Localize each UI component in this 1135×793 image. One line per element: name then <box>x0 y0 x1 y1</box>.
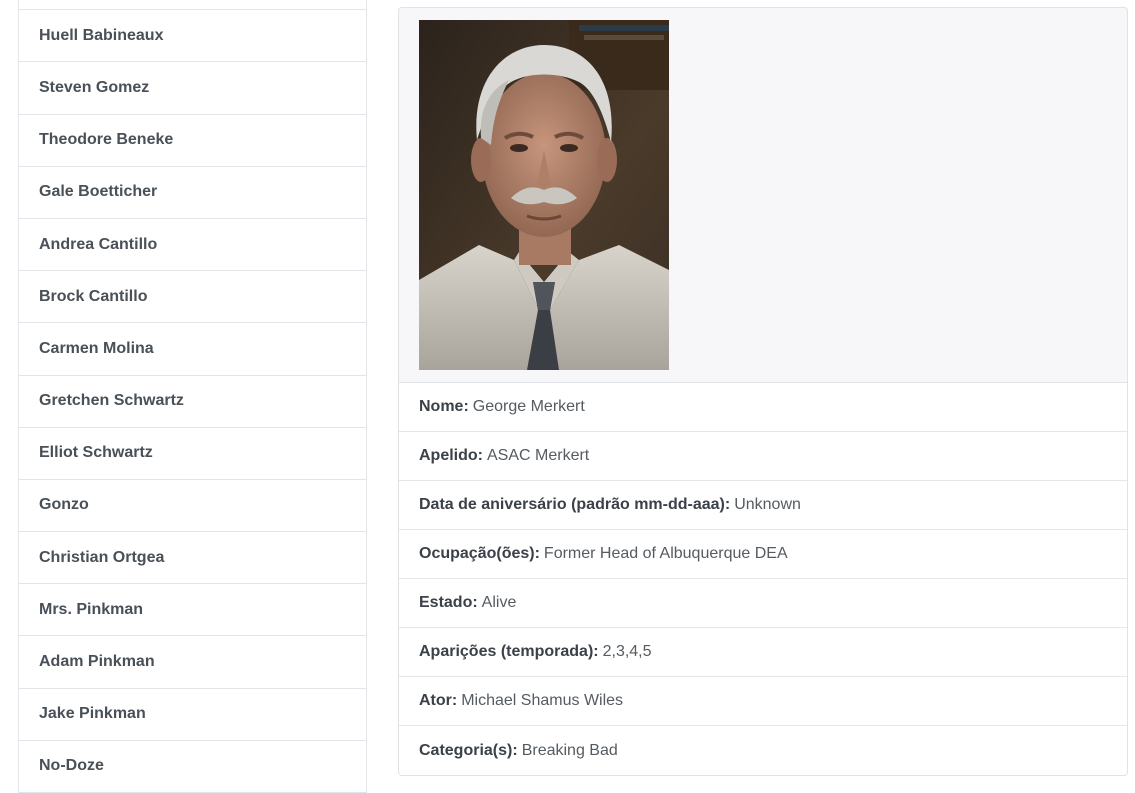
detail-row-categoria: Categoria(s): Breaking Bad <box>399 726 1127 775</box>
list-item[interactable]: Gretchen Schwartz <box>18 375 367 428</box>
detail-value: Alive <box>481 594 517 611</box>
list-item-label: Huell Babineaux <box>39 26 164 44</box>
detail-value: Michael Shamus Wiles <box>461 692 624 709</box>
list-item-label: Gonzo <box>39 496 89 514</box>
list-item-label: Mrs. Pinkman <box>39 600 144 618</box>
list-item-label: Brock Cantillo <box>39 287 148 305</box>
detail-value: George Merkert <box>472 398 585 415</box>
list-item-label: Gale Boetticher <box>39 183 158 201</box>
detail-row-aniversario: Data de aniversário (padrão mm-dd-aaa): … <box>399 481 1127 530</box>
list-item-label: Steven Gomez <box>39 78 150 96</box>
list-item-label: Adam Pinkman <box>39 653 155 671</box>
list-item[interactable]: No-Doze <box>18 740 367 793</box>
detail-row-ator: Ator: Michael Shamus Wiles <box>399 677 1127 726</box>
list-item-label: Elliot Schwartz <box>39 444 153 462</box>
detail-row-ocupacao: Ocupação(ões): Former Head of Albuquerqu… <box>399 530 1127 579</box>
detail-row-estado: Estado: Alive <box>399 579 1127 628</box>
character-photo-area <box>399 8 1127 383</box>
list-item[interactable]: Gale Boetticher <box>18 166 367 219</box>
detail-label: Data de aniversário (padrão mm-dd-aaa): <box>419 496 731 513</box>
list-item-label: No-Doze <box>39 757 104 775</box>
detail-value: Breaking Bad <box>521 741 618 759</box>
list-item[interactable]: Andrea Cantillo <box>18 218 367 272</box>
detail-row-apelido: Apelido: ASAC Merkert <box>399 432 1127 481</box>
detail-row-aparicoes: Aparições (temporada): 2,3,4,5 <box>399 628 1127 677</box>
detail-value: ASAC Merkert <box>487 447 590 464</box>
list-item-label: Gretchen Schwartz <box>39 392 184 410</box>
list-item[interactable]: Brock Cantillo <box>18 271 367 324</box>
list-item-label: Christian Ortgea <box>39 548 165 566</box>
detail-label: Estado: <box>419 594 478 611</box>
list-item[interactable]: Mrs. Pinkman <box>18 584 367 637</box>
list-item[interactable]: Adam Pinkman <box>18 636 367 689</box>
detail-label: Ocupação(ões): <box>419 545 540 562</box>
list-item[interactable]: Elliot Schwartz <box>18 427 367 480</box>
list-item[interactable]: Christian Ortgea <box>18 532 367 585</box>
detail-label: Ator: <box>419 692 458 709</box>
character-card: Nome: George Merkert Apelido: ASAC Merke… <box>398 7 1128 776</box>
list-item[interactable]: Huell Babineaux <box>18 10 367 63</box>
detail-label: Apelido: <box>419 447 483 464</box>
detail-row-nome: Nome: George Merkert <box>399 383 1127 432</box>
detail-value: 2,3,4,5 <box>602 643 652 660</box>
list-item[interactable]: Carmen Molina <box>18 323 367 376</box>
detail-value: Unknown <box>734 496 801 513</box>
detail-label: Categoria(s): <box>419 741 518 759</box>
detail-label: Nome: <box>419 398 469 415</box>
list-item[interactable]: Jake Pinkman <box>18 688 367 741</box>
detail-label: Aparições (temporada): <box>419 643 599 660</box>
character-list: Huell Babineaux Steven Gomez Theodore Be… <box>18 0 367 793</box>
list-item[interactable]: Steven Gomez <box>18 62 367 115</box>
list-item[interactable] <box>18 0 367 11</box>
list-item-label: Andrea Cantillo <box>39 235 158 253</box>
list-item-label: Jake Pinkman <box>39 705 146 723</box>
list-item-label: Theodore Beneke <box>39 131 174 149</box>
character-photo <box>419 20 669 370</box>
list-item[interactable]: Gonzo <box>18 479 367 533</box>
detail-value: Former Head of Albuquerque DEA <box>543 545 788 562</box>
list-item[interactable]: Theodore Beneke <box>18 114 367 167</box>
list-item-label: Carmen Molina <box>39 339 154 357</box>
